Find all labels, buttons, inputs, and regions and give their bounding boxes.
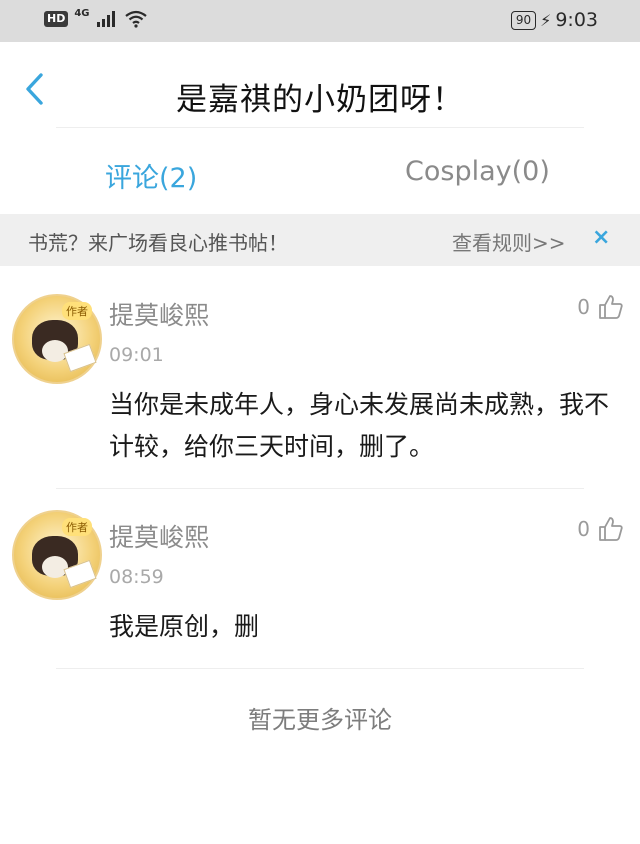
comment-divider [56, 668, 584, 669]
avatar[interactable]: 作者 [12, 294, 102, 384]
comment-time: 08:59 [109, 566, 164, 588]
like-button[interactable]: 0 [577, 294, 624, 320]
avatar-dog-muzzle [42, 340, 68, 362]
status-left: HD 4G [44, 7, 148, 28]
author-badge: 作者 [62, 302, 92, 320]
no-more-comments: 暂无更多评论 [248, 706, 392, 734]
avatar[interactable]: 作者 [12, 510, 102, 600]
comment-item: 作者 提莫峻熙 09:01 0 当你是未成年人，身心未发展尚未成熟，我不计较，给… [0, 266, 640, 488]
view-rules-link[interactable]: 查看规则>> [452, 227, 566, 256]
banner-text: 书荒？来广场看良心推书帖！ [28, 231, 288, 255]
like-count: 0 [577, 517, 590, 541]
top-bar: 是嘉祺的小奶团呀！ [0, 42, 640, 128]
close-icon[interactable]: × [592, 225, 610, 250]
hd-badge: HD [44, 11, 69, 27]
comment-content: 我是原创，删 [109, 612, 260, 641]
comment-content: 当你是未成年人，身心未发展尚未成熟，我不计较，给你三天时间，删了。 [109, 390, 610, 461]
comment-username[interactable]: 提莫峻熙 [109, 518, 209, 554]
tab-bar: 评论(2) Cosplay(0) [0, 128, 640, 214]
promo-banner: 书荒？来广场看良心推书帖！ 查看规则>> × [0, 214, 640, 266]
page-title: 是嘉祺的小奶团呀！ [176, 82, 464, 118]
tab-comments[interactable]: 评论(2) [105, 156, 197, 195]
comment-item: 作者 提莫峻熙 08:59 0 我是原创，删 [0, 488, 640, 668]
charging-icon: ⚡ [540, 10, 552, 30]
like-button[interactable]: 0 [577, 516, 624, 542]
battery-icon: 90 [510, 10, 537, 30]
tab-cosplay[interactable]: Cosplay(0) [405, 156, 550, 187]
signal-icon [96, 11, 115, 27]
network-label: 4G [74, 7, 90, 19]
like-count: 0 [577, 295, 590, 319]
comment-username[interactable]: 提莫峻熙 [109, 296, 209, 332]
thumbs-up-icon [599, 517, 623, 541]
status-time: 9:03 [555, 9, 598, 31]
wifi-icon [124, 10, 147, 28]
comment-time: 09:01 [109, 344, 164, 366]
avatar-dog-muzzle [42, 556, 68, 578]
author-badge: 作者 [62, 518, 92, 536]
status-right: 90 ⚡ 9:03 [510, 9, 598, 31]
status-bar: HD 4G 90 ⚡ 9:03 [0, 0, 640, 42]
thumbs-up-icon [599, 295, 623, 319]
